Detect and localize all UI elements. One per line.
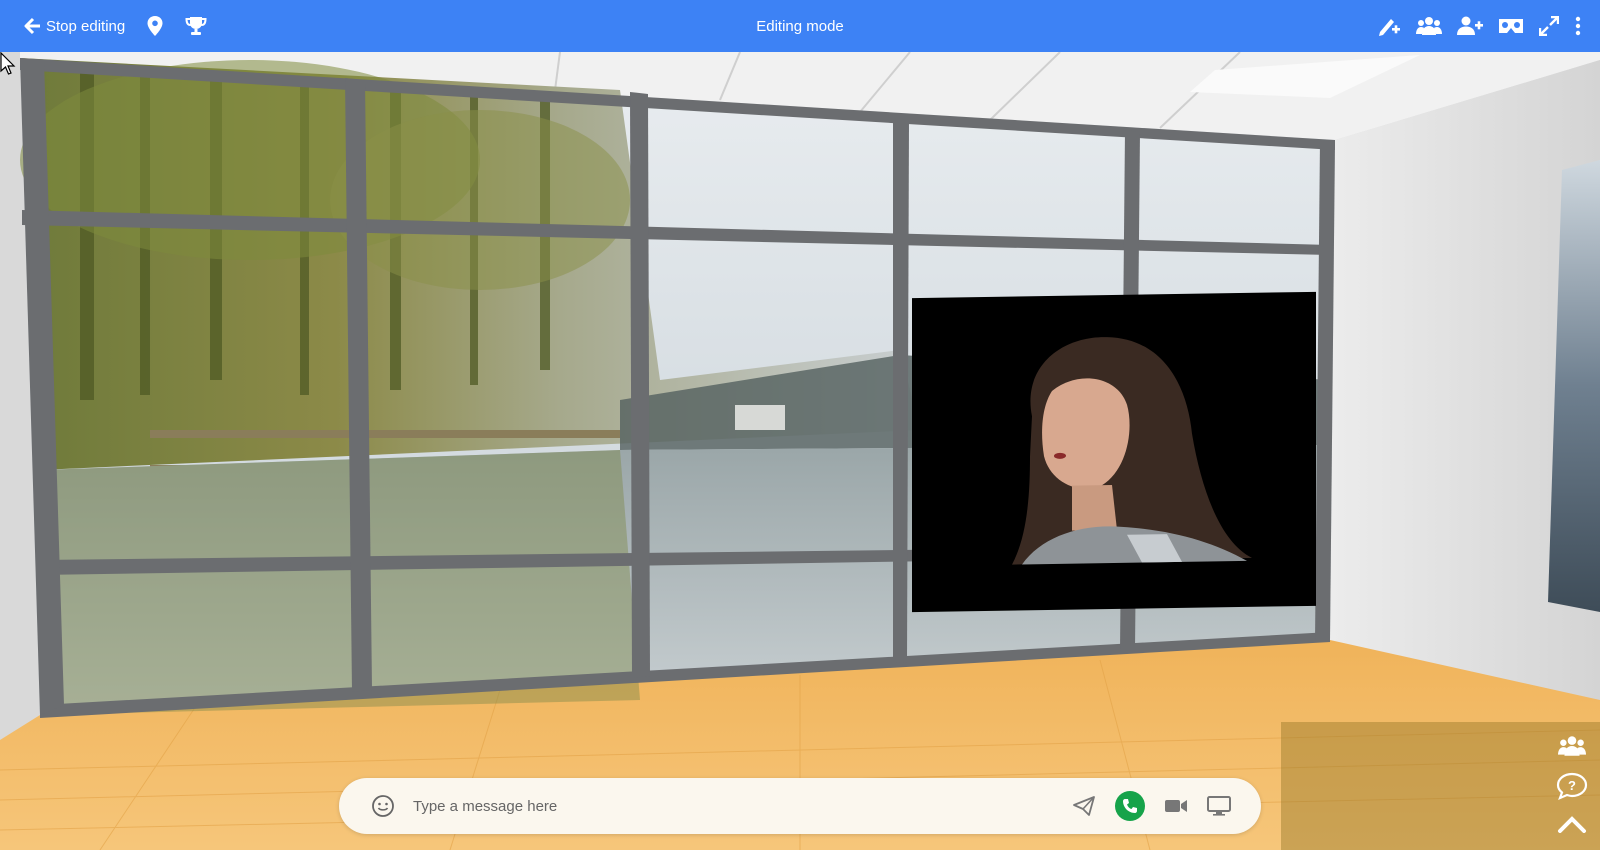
call-button[interactable] [1115, 791, 1145, 821]
trophy-icon [185, 17, 207, 35]
video-camera-icon [1165, 800, 1187, 812]
toolbar-left-group: Stop editing [24, 0, 207, 52]
svg-text:?: ? [1568, 778, 1576, 793]
side-overlay-panel [1281, 722, 1600, 850]
send-icon [1073, 796, 1095, 816]
users-icon [1416, 17, 1442, 35]
expand-panel-button[interactable] [1557, 815, 1587, 833]
side-actions: ? [1556, 735, 1588, 833]
stop-editing-button[interactable]: Stop editing [24, 17, 125, 35]
chevron-up-icon [1558, 816, 1586, 833]
mouse-cursor-icon [0, 52, 16, 75]
users-icon [1558, 736, 1586, 756]
video-screen[interactable] [912, 291, 1316, 613]
vr-mode-button[interactable] [1498, 17, 1524, 35]
invite-user-button[interactable] [1457, 16, 1483, 36]
emoji-icon[interactable] [371, 794, 395, 818]
fullscreen-button[interactable] [1539, 16, 1559, 36]
stop-editing-label: Stop editing [46, 17, 126, 35]
phone-call-icon [1123, 799, 1137, 813]
screen-share-icon [1207, 796, 1231, 816]
chat-bar [339, 778, 1261, 834]
side-participants-button[interactable] [1558, 735, 1586, 757]
video-button[interactable] [1164, 798, 1188, 814]
location-button[interactable] [147, 16, 163, 36]
vr-headset-icon [1499, 19, 1523, 33]
achievements-button[interactable] [185, 16, 207, 36]
participants-button[interactable] [1416, 16, 1442, 36]
top-toolbar: Stop editing Editing mode [0, 0, 1600, 52]
chat-actions [1072, 791, 1231, 821]
add-object-icon [1379, 19, 1400, 36]
add-user-icon [1457, 16, 1483, 35]
page-title: Editing mode [756, 18, 844, 35]
more-vertical-icon [1575, 16, 1581, 36]
help-button[interactable]: ? [1556, 772, 1588, 800]
speaker-video-frame [1012, 337, 1252, 565]
screen-share-button[interactable] [1207, 796, 1231, 816]
more-menu-button[interactable] [1574, 16, 1582, 36]
send-button[interactable] [1072, 795, 1096, 817]
toolbar-right-group [1377, 0, 1582, 52]
message-input[interactable] [411, 796, 1072, 816]
fullscreen-icon [1539, 16, 1559, 36]
arrow-left-icon [24, 17, 40, 35]
add-object-button[interactable] [1377, 15, 1401, 37]
help-chat-icon: ? [1556, 772, 1588, 800]
map-pin-icon [147, 16, 163, 36]
